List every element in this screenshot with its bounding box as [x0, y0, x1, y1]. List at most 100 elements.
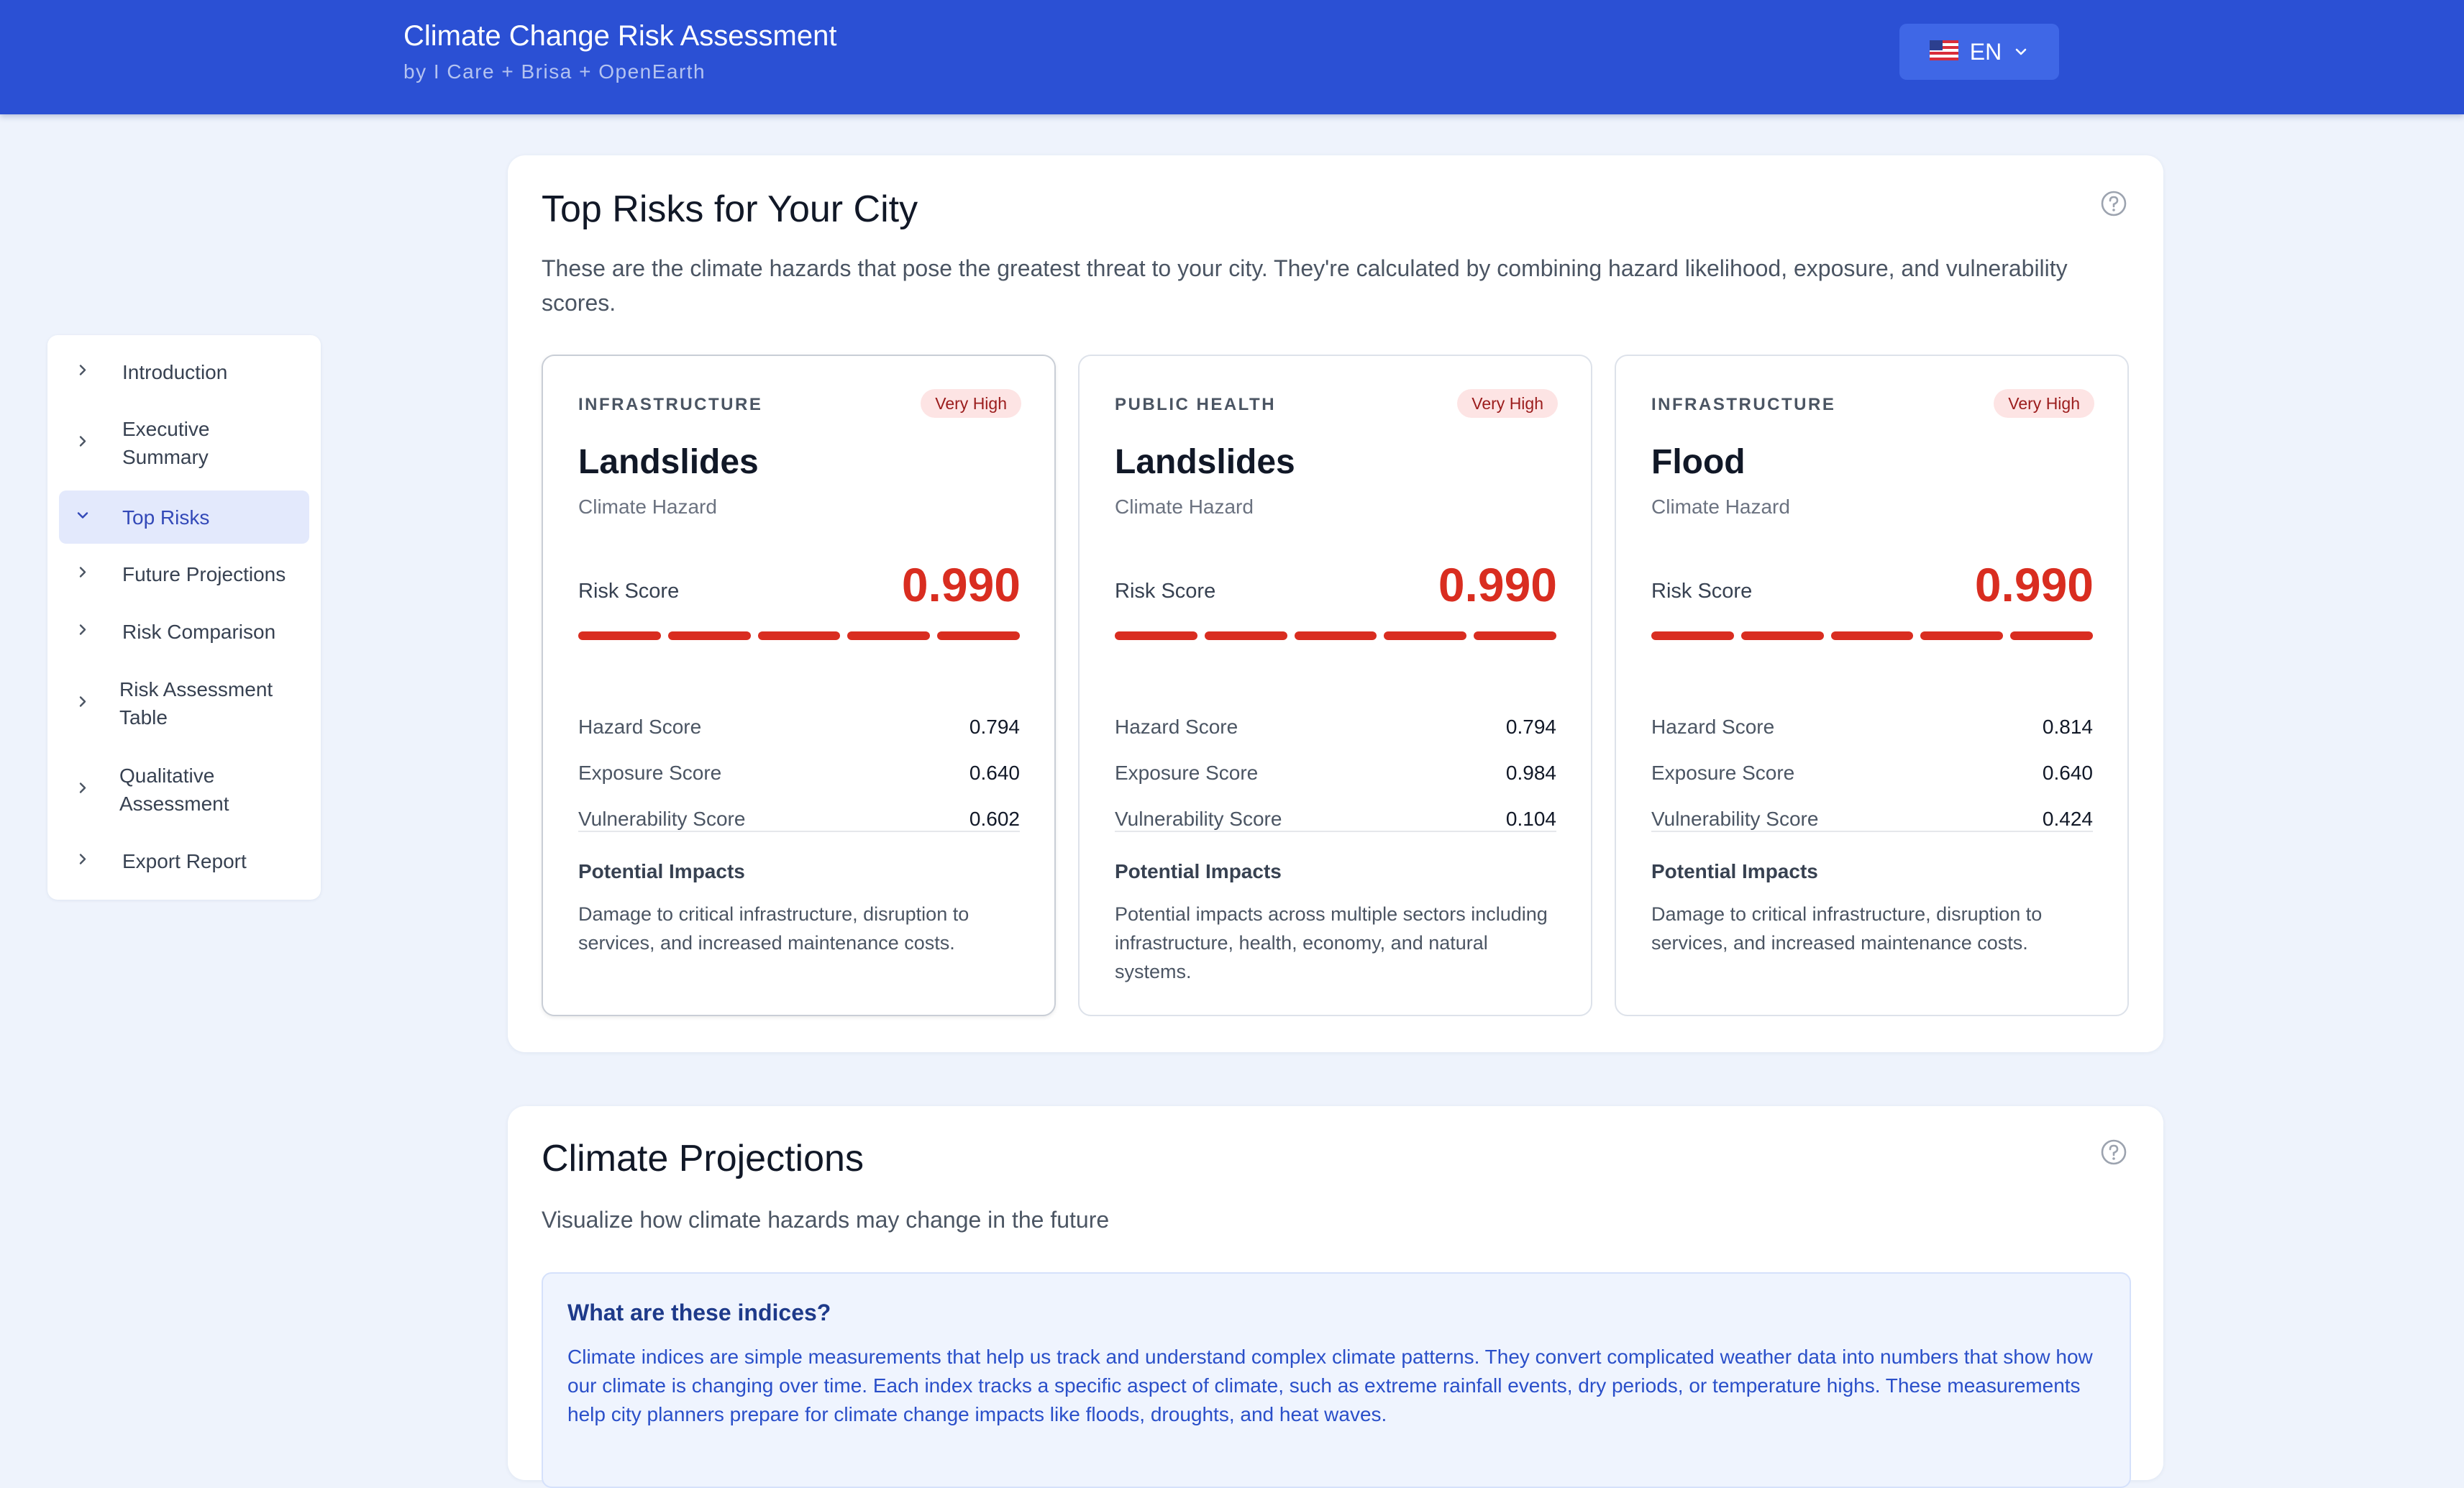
- metric-label: Exposure Score: [1115, 762, 1259, 784]
- sidebar-item-label: Export Report: [122, 849, 247, 872]
- chevron-down-icon: [2013, 44, 2029, 60]
- chevron-right-icon: [75, 434, 91, 453]
- impacts-text: Damage to critical infrastructure, disru…: [1651, 903, 2043, 954]
- indices-info-box: What are these indices? Climate indices …: [542, 1272, 2131, 1488]
- sidebar-item-label: Executive Summary: [122, 418, 210, 468]
- sidebar-item-risk-comparison[interactable]: Risk Comparison: [59, 606, 309, 657]
- sidebar-item-export-report[interactable]: Export Report: [59, 836, 309, 886]
- risk-level-segment: [937, 631, 1020, 640]
- hazard-name: Flood: [1651, 443, 1746, 481]
- risk-level-segment: [757, 631, 841, 640]
- risk-level-segment: [2010, 631, 2093, 640]
- exposure-score-row: Exposure Score 0.640: [578, 762, 1020, 790]
- risk-score-label: Risk Score: [1115, 580, 1216, 603]
- metric-label: Exposure Score: [578, 762, 722, 784]
- risk-score-label: Risk Score: [1651, 580, 1753, 603]
- sidebar-item-executive-summary[interactable]: Executive Summary: [59, 403, 309, 483]
- metric-label: Vulnerability Score: [1651, 808, 1819, 830]
- vulnerability-score-row: Vulnerability Score 0.424: [1651, 808, 2093, 836]
- risk-score-label: Risk Score: [578, 580, 680, 603]
- chevron-down-icon: [75, 508, 91, 527]
- risk-level-bar: [1115, 631, 1556, 640]
- risk-level-segment: [1651, 631, 1734, 640]
- impacts-title: Potential Impacts: [1115, 860, 1282, 882]
- divider: [578, 831, 1020, 832]
- hazard-score-row: Hazard Score 0.794: [578, 716, 1020, 744]
- impacts-text: Damage to critical infrastructure, disru…: [578, 903, 969, 954]
- climate-projections-section: Climate Projections Visualize how climat…: [508, 1106, 2163, 1488]
- risk-card[interactable]: INFRASTRUCTURE Very High Flood Climate H…: [1615, 355, 2129, 1016]
- metric-label: Vulnerability Score: [1115, 808, 1282, 830]
- risk-level-bar: [1651, 631, 2093, 640]
- metric-value: 0.984: [1505, 762, 1556, 784]
- impacts-title: Potential Impacts: [578, 860, 745, 882]
- metric-label: Hazard Score: [1115, 716, 1238, 738]
- impacts-title: Potential Impacts: [1651, 860, 1818, 882]
- risk-score-value: 0.990: [901, 558, 1021, 611]
- risk-level-segment: [1384, 631, 1467, 640]
- hazard-type: Climate Hazard: [1115, 496, 1254, 518]
- risk-level-segment: [1115, 631, 1197, 640]
- risk-level-segment: [1830, 631, 1914, 640]
- language-label: EN: [1969, 38, 2002, 65]
- risk-card[interactable]: INFRASTRUCTURE Very High Landslides Clim…: [542, 355, 1056, 1016]
- risk-level-badge: Very High: [1457, 389, 1558, 418]
- section-title: Climate Projections: [542, 1138, 864, 1179]
- risk-level-segment: [1474, 631, 1556, 640]
- us-flag-icon: [1929, 40, 1958, 64]
- risk-category: INFRASTRUCTURE: [1651, 395, 1836, 414]
- impacts-text: Potential impacts across multiple sector…: [1115, 903, 1548, 982]
- metric-label: Hazard Score: [578, 716, 702, 738]
- hazard-type: Climate Hazard: [578, 496, 717, 518]
- risk-category: INFRASTRUCTURE: [578, 395, 763, 414]
- risk-level-segment: [578, 631, 661, 640]
- metric-value: 0.104: [1505, 808, 1556, 830]
- chevron-right-icon: [75, 622, 91, 642]
- section-title: Top Risks for Your City: [542, 188, 918, 230]
- app-subtitle: by I Care + Brisa + OpenEarth: [403, 60, 706, 83]
- sidebar-item-future-projections[interactable]: Future Projections: [59, 549, 309, 599]
- metric-value: 0.640: [2042, 762, 2093, 784]
- sidebar-item-label: Introduction: [122, 360, 228, 383]
- divider: [1115, 831, 1556, 832]
- hazard-type: Climate Hazard: [1651, 496, 1790, 518]
- metric-label: Exposure Score: [1651, 762, 1795, 784]
- risk-score-value: 0.990: [1438, 558, 1557, 611]
- exposure-score-row: Exposure Score 0.984: [1115, 762, 1556, 790]
- metric-label: Hazard Score: [1651, 716, 1775, 738]
- risk-category: PUBLIC HEALTH: [1115, 395, 1277, 414]
- metric-value: 0.602: [969, 808, 1020, 830]
- sidebar-item-introduction[interactable]: Introduction: [59, 347, 309, 397]
- question-circle-icon[interactable]: [2099, 1138, 2128, 1170]
- risk-level-bar: [578, 631, 1020, 640]
- chevron-right-icon: [75, 780, 91, 800]
- risk-level-segment: [667, 631, 751, 640]
- language-selector-button[interactable]: EN: [1899, 24, 2059, 80]
- hazard-name: Landslides: [578, 443, 759, 481]
- divider: [1651, 831, 2093, 832]
- sidebar-item-label: Future Projections: [122, 562, 286, 585]
- chevron-right-icon: [75, 362, 91, 382]
- metric-value: 0.794: [969, 716, 1020, 738]
- risk-level-segment: [1740, 631, 1824, 640]
- info-title: What are these indices?: [567, 1300, 831, 1325]
- chevron-right-icon: [75, 565, 91, 584]
- risk-card[interactable]: PUBLIC HEALTH Very High Landslides Clima…: [1078, 355, 1592, 1016]
- hazard-score-row: Hazard Score 0.794: [1115, 716, 1556, 744]
- section-description: These are the climate hazards that pose …: [542, 255, 2068, 316]
- metric-value: 0.640: [969, 762, 1020, 784]
- question-circle-icon[interactable]: [2099, 189, 2128, 222]
- sidebar-item-top-risks[interactable]: Top Risks: [59, 490, 309, 544]
- sidebar-item-risk-assessment-table[interactable]: Risk Assessment Table: [59, 663, 309, 744]
- info-text: Climate indices are simple measurements …: [567, 1346, 2093, 1425]
- chevron-right-icon: [75, 694, 91, 713]
- metric-value: 0.424: [2042, 808, 2093, 830]
- hazard-name: Landslides: [1115, 443, 1295, 481]
- metric-value: 0.814: [2042, 716, 2093, 738]
- sidebar-item-qualitative-assessment[interactable]: Qualitative Assessment: [59, 749, 309, 830]
- sidebar-item-label: Qualitative Assessment: [119, 764, 229, 815]
- hazard-score-row: Hazard Score 0.814: [1651, 716, 2093, 744]
- vulnerability-score-row: Vulnerability Score 0.602: [578, 808, 1020, 836]
- risk-level-segment: [1294, 631, 1377, 640]
- vulnerability-score-row: Vulnerability Score 0.104: [1115, 808, 1556, 836]
